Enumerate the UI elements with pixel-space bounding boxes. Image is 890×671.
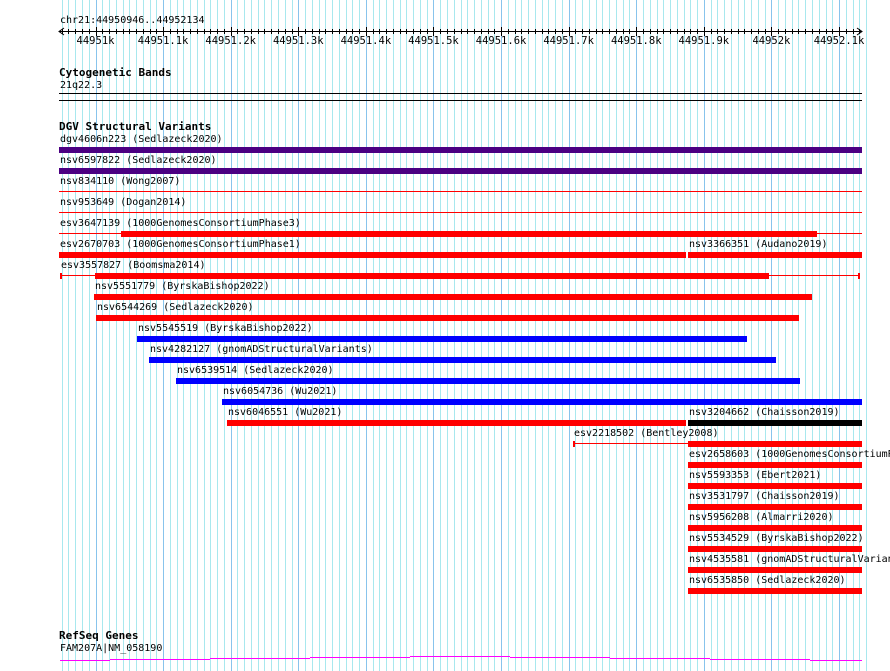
sv-feature-label: nsv3366351 (Audano2019) [689, 239, 828, 250]
sv-feature-label: esv2218502 (Bentley2008) [574, 428, 719, 439]
sv-feature-label: nsv6535850 (Sedlazeck2020) [689, 575, 846, 586]
sv-feature-bar[interactable] [149, 357, 776, 363]
sv-feature-label: nsv4282127 (gnomADStructuralVariants) [150, 344, 373, 355]
ruler-label: 44951.9k [679, 35, 730, 47]
ruler-label: 44951.4k [341, 35, 392, 47]
sv-feature-label: nsv6054736 (Wu2021) [223, 386, 338, 397]
sv-feature-bar[interactable] [688, 504, 862, 510]
sv-feature-label: nsv5534529 (ByrskaBishop2022) [689, 533, 864, 544]
sv-feature-line[interactable] [59, 191, 862, 192]
sv-feature-bar[interactable] [688, 546, 862, 552]
ruler-label: 44952k [752, 35, 791, 47]
cytoband-label: 21q22.3 [60, 80, 103, 91]
cytoband-track-title: Cytogenetic Bands [59, 66, 172, 79]
sv-feature-line[interactable] [59, 212, 862, 213]
sv-feature-bar[interactable] [688, 420, 862, 426]
ruler[interactable]: 44951k 44951.1k 44951.2k 44951.3k 44951.4k 44… [0, 24, 890, 54]
track-divider [59, 100, 862, 101]
sv-feature-bar[interactable] [688, 252, 862, 258]
ruler-label: 44951.3k [273, 35, 324, 47]
ruler-label: 44951k [77, 35, 116, 47]
sv-feature-bar[interactable] [227, 420, 686, 426]
cytoband-line[interactable] [59, 93, 862, 94]
sv-feature-bar[interactable] [96, 315, 799, 321]
sv-feature-bar[interactable] [121, 231, 817, 237]
sv-feature-label: nsv953649 (Dogan2014) [60, 197, 187, 208]
ruler-label: 44951.5k [408, 35, 459, 47]
sv-feature-bar[interactable] [688, 462, 862, 468]
sv-feature-label: esv3647139 (1000GenomesConsortiumPhase3) [60, 218, 301, 229]
sv-feature-label: nsv3204662 (Chaisson2019) [689, 407, 840, 418]
sv-feature-bar[interactable] [176, 378, 800, 384]
ruler-label: 44951.6k [476, 35, 527, 47]
sv-feature-label: esv3557827 (Boomsma2014) [61, 260, 206, 271]
ruler-label: 44951.1k [138, 35, 189, 47]
gene-model[interactable] [0, 650, 890, 670]
sv-feature-cap[interactable] [60, 273, 62, 279]
sv-feature-label: nsv5545519 (ByrskaBishop2022) [138, 323, 313, 334]
ruler-label: 44951.8k [611, 35, 662, 47]
sv-feature-label: nsv5593353 (Ebert2021) [689, 470, 822, 481]
sv-feature-bar[interactable] [688, 567, 862, 573]
sv-feature-bar[interactable] [59, 147, 862, 153]
ruler-label: 44951.2k [205, 35, 256, 47]
dgv-track-title: DGV Structural Variants [59, 120, 212, 133]
sv-feature-label: nsv5956208 (Almarri2020) [689, 512, 834, 523]
sv-feature-label: nsv6597822 (Sedlazeck2020) [60, 155, 217, 166]
sv-feature-label: dgv4606n223 (Sedlazeck2020) [60, 134, 223, 145]
sv-feature-bar[interactable] [137, 336, 747, 342]
sv-feature-bar[interactable] [688, 588, 862, 594]
ruler-label: 44952.1k [814, 35, 865, 47]
sv-feature-label: nsv834110 (Wong2007) [60, 176, 181, 187]
sv-feature-label: nsv6046551 (Wu2021) [228, 407, 343, 418]
sv-feature-label: esv2658603 (1000GenomesConsortiumPhase1) [689, 449, 890, 460]
refseq-track-title: RefSeq Genes [59, 629, 139, 642]
ruler-label: 44951.7k [543, 35, 594, 47]
sv-feature-bar[interactable] [688, 525, 862, 531]
sv-feature-cap[interactable] [573, 441, 575, 447]
sv-feature-bar[interactable] [94, 294, 812, 300]
sv-feature-bar[interactable] [59, 168, 862, 174]
sv-feature-label: nsv4535581 (gnomADStructuralVariants) [689, 554, 890, 565]
sv-feature-label: nsv6539514 (Sedlazeck2020) [177, 365, 334, 376]
sv-feature-label: nsv5551779 (ByrskaBishop2022) [95, 281, 270, 292]
sv-feature-bar[interactable] [688, 483, 862, 489]
sv-feature-cap[interactable] [858, 273, 860, 279]
sv-feature-bar[interactable] [222, 399, 862, 405]
sv-feature-label: nsv6544269 (Sedlazeck2020) [97, 302, 254, 313]
sv-feature-label: esv2670703 (1000GenomesConsortiumPhase1) [60, 239, 301, 250]
sv-feature-label: nsv3531797 (Chaisson2019) [689, 491, 840, 502]
sv-feature-bar[interactable] [688, 441, 862, 447]
sv-feature-bar[interactable] [59, 252, 686, 258]
sv-feature-bar[interactable] [95, 273, 769, 279]
